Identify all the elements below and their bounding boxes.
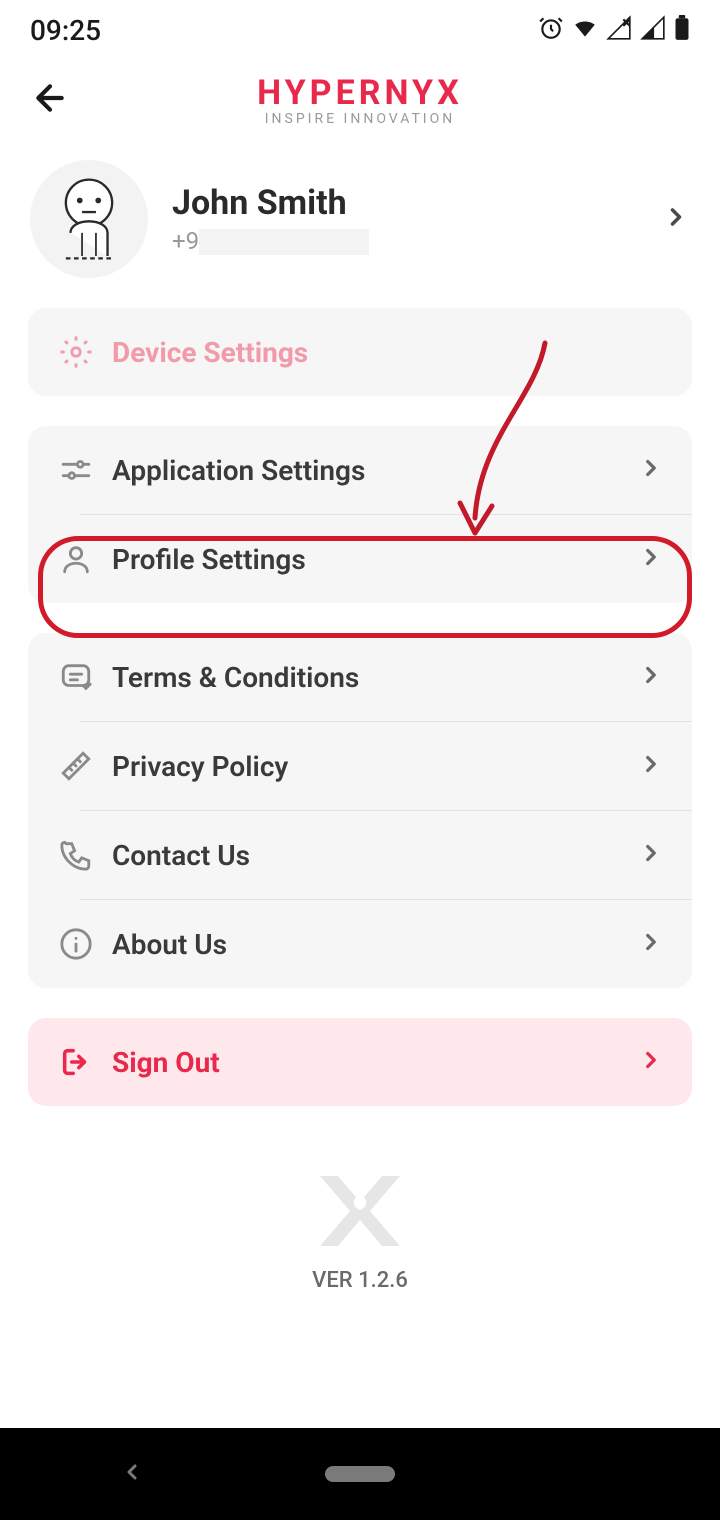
profile-settings-label: Profile Settings — [112, 543, 638, 576]
back-button[interactable] — [30, 78, 70, 122]
nav-back-icon[interactable] — [120, 1460, 144, 1488]
signout-label: Sign Out — [112, 1046, 638, 1079]
about-item[interactable]: About Us — [80, 899, 692, 988]
application-settings-label: Application Settings — [112, 454, 638, 487]
sliders-icon — [56, 450, 96, 490]
profile-settings-item[interactable]: Profile Settings — [80, 514, 692, 603]
person-icon — [56, 539, 96, 579]
signout-item[interactable]: Sign Out — [28, 1018, 692, 1106]
brand-subtitle: INSPIRE INNOVATION — [257, 111, 463, 127]
brand-title: HYPERNYX — [257, 73, 463, 113]
avatar — [30, 160, 148, 278]
phone-redacted — [199, 229, 369, 255]
chevron-right-icon — [638, 662, 664, 692]
contact-label: Contact Us — [112, 839, 638, 872]
footer-logo — [0, 1166, 720, 1260]
chevron-right-icon — [638, 455, 664, 485]
document-check-icon — [56, 657, 96, 697]
info-icon — [56, 924, 96, 964]
status-time: 09:25 — [30, 14, 101, 47]
device-settings-card: Device Settings — [28, 308, 692, 396]
wifi-icon — [572, 15, 598, 45]
chevron-right-icon — [638, 544, 664, 574]
signout-icon — [56, 1042, 96, 1082]
about-label: About Us — [112, 928, 638, 961]
chevron-right-icon — [638, 751, 664, 781]
alarm-icon — [538, 15, 564, 45]
profile-row[interactable]: John Smith +9 — [0, 140, 720, 308]
app-header: HYPERNYX INSPIRE INNOVATION — [0, 60, 720, 140]
chevron-right-icon — [638, 929, 664, 959]
chevron-right-icon — [638, 840, 664, 870]
battery-icon — [674, 15, 690, 45]
brand: HYPERNYX INSPIRE INNOVATION — [257, 73, 463, 127]
signal-icon — [640, 15, 666, 45]
privacy-item[interactable]: Privacy Policy — [80, 721, 692, 810]
gear-icon — [56, 332, 96, 372]
signal-no-icon — [606, 15, 632, 45]
phone-icon — [56, 835, 96, 875]
system-nav-bar — [0, 1428, 720, 1520]
chevron-right-icon — [638, 1047, 664, 1077]
profile-phone: +9 — [172, 227, 662, 256]
terms-label: Terms & Conditions — [112, 661, 638, 694]
version-label: VER 1.2.6 — [0, 1268, 720, 1293]
device-settings-label: Device Settings — [112, 336, 664, 369]
contact-item[interactable]: Contact Us — [80, 810, 692, 899]
phone-prefix: +9 — [172, 227, 199, 255]
status-bar: 09:25 — [0, 0, 720, 60]
application-settings-item[interactable]: Application Settings — [28, 426, 692, 514]
profile-info: John Smith +9 — [172, 183, 662, 256]
settings-card: Application Settings Profile Settings — [28, 426, 692, 603]
info-card: Terms & Conditions Privacy Policy Contac… — [28, 633, 692, 988]
terms-item[interactable]: Terms & Conditions — [28, 633, 692, 721]
nav-home-pill[interactable] — [325, 1466, 395, 1482]
status-icons — [538, 15, 690, 45]
device-settings-item[interactable]: Device Settings — [28, 308, 692, 396]
profile-name: John Smith — [172, 183, 662, 223]
ruler-icon — [56, 746, 96, 786]
privacy-label: Privacy Policy — [112, 750, 638, 783]
signout-card: Sign Out — [28, 1018, 692, 1106]
chevron-right-icon — [662, 203, 690, 235]
